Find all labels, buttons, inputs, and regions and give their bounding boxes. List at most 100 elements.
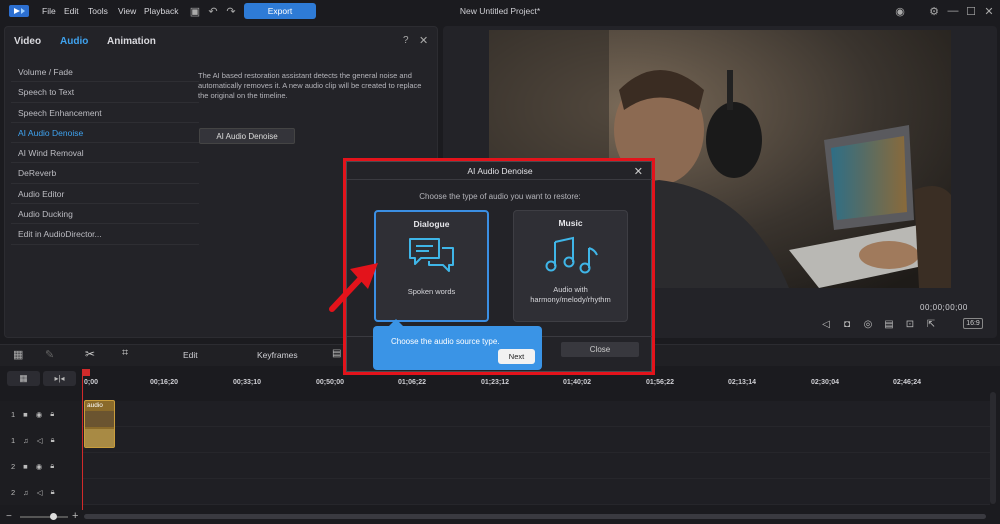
- sidebar-item-ai-audio-denoise[interactable]: AI Audio Denoise: [11, 123, 199, 144]
- tab-animation[interactable]: Animation: [107, 36, 156, 47]
- timeline-bottom-bar: − +: [0, 510, 1000, 524]
- close-panel-icon[interactable]: ✕: [419, 34, 428, 47]
- preview-timecode: 00;00;00;00: [920, 303, 968, 312]
- settings-gear-icon[interactable]: ⚙: [927, 4, 941, 18]
- next-button[interactable]: Next: [498, 349, 535, 364]
- timeline-horizontal-scrollbar[interactable]: [84, 514, 986, 519]
- undock-icon[interactable]: ⇱: [925, 318, 937, 330]
- mute-track-icon[interactable]: ◁: [37, 488, 43, 497]
- maximize-icon[interactable]: ☐: [964, 4, 978, 18]
- track-row-audio-1: 1 ♫ ◁ 🔒︎: [0, 427, 990, 453]
- track-row-video-2: 2 ■ ◉ 🔒︎: [0, 453, 990, 479]
- project-title: New Untitled Project*: [459, 6, 541, 16]
- menu-edit[interactable]: Edit: [64, 6, 79, 16]
- playhead[interactable]: [82, 369, 83, 512]
- timeline-clip[interactable]: audio: [84, 400, 115, 448]
- menu-playback[interactable]: Playback: [144, 6, 179, 16]
- help-icon[interactable]: ?: [403, 35, 409, 46]
- track-row-audio-2: 2 ♫ ◁ 🔒︎: [0, 479, 990, 505]
- keyframes-button[interactable]: Keyframes: [257, 350, 298, 360]
- timeline-vertical-scrollbar[interactable]: [990, 392, 996, 504]
- video-track-icon: ■: [23, 409, 28, 419]
- mute-track-icon[interactable]: ◁: [37, 436, 43, 445]
- fit-timeline-icon[interactable]: ▸|◂: [43, 371, 76, 386]
- sidebar-item-audio-editor[interactable]: Audio Editor: [11, 184, 199, 205]
- tab-audio[interactable]: Audio: [60, 36, 88, 47]
- ruler-tick: 01;56;22: [646, 379, 675, 386]
- sidebar-item-ai-wind-removal[interactable]: AI Wind Removal: [11, 143, 199, 164]
- track-lane[interactable]: [82, 401, 990, 426]
- track-lane[interactable]: [82, 427, 990, 452]
- mute-icon[interactable]: ◁: [820, 318, 832, 330]
- ruler-tick: 01;23;12: [481, 379, 510, 386]
- ruler-tick: 01;06;22: [398, 379, 427, 386]
- audio-tools-list: Volume / Fade Speech to Text Speech Enha…: [11, 62, 199, 272]
- tooltip-text: Choose the audio source type.: [391, 337, 500, 346]
- export-button[interactable]: Export: [244, 3, 316, 19]
- track-header: 1 ♫ ◁ 🔒︎: [0, 427, 82, 453]
- sidebar-item-dereverb[interactable]: DeReverb: [11, 163, 199, 184]
- edit-button[interactable]: Edit: [183, 350, 198, 360]
- lock-icon[interactable]: 🔒︎: [51, 487, 55, 497]
- pen-tool-icon[interactable]: ✎: [45, 348, 54, 361]
- track-number: 2: [11, 461, 16, 471]
- sidebar-item-speech-to-text[interactable]: Speech to Text: [11, 82, 199, 103]
- zoom-fit-icon[interactable]: ⊡: [904, 318, 916, 330]
- playback-mode-icon[interactable]: ◎: [862, 318, 874, 330]
- coach-tooltip: Choose the audio source type. Next: [373, 319, 542, 370]
- timeline-view-icon[interactable]: ▦: [13, 348, 23, 361]
- track-lane[interactable]: [82, 479, 990, 504]
- menu-view[interactable]: View: [118, 6, 136, 16]
- track-number: 1: [11, 409, 16, 419]
- zoom-in-icon[interactable]: +: [72, 510, 78, 522]
- sidebar-item-volume-fade[interactable]: Volume / Fade: [11, 62, 199, 83]
- minimize-icon[interactable]: —: [946, 4, 960, 18]
- more-tools-icon[interactable]: ▤: [332, 348, 341, 359]
- zoom-slider-handle[interactable]: [50, 513, 57, 520]
- ai-audio-denoise-button[interactable]: AI Audio Denoise: [199, 128, 295, 144]
- lock-icon[interactable]: 🔒︎: [50, 461, 54, 471]
- playhead-handle[interactable]: [82, 369, 90, 376]
- track-row-video-1: 1 ■ ◉ 🔒︎: [0, 401, 990, 427]
- track-manager-icon[interactable]: ▦: [7, 371, 40, 386]
- snapshot-icon[interactable]: ◘: [841, 318, 853, 330]
- sidebar-item-speech-enhancement[interactable]: Speech Enhancement: [11, 103, 199, 123]
- zoom-out-icon[interactable]: −: [6, 511, 12, 522]
- menu-tools[interactable]: Tools: [88, 6, 108, 16]
- visibility-eye-icon[interactable]: ◉: [36, 462, 43, 471]
- track-lane[interactable]: [82, 453, 990, 478]
- ruler-tick: 02;46;24: [893, 379, 922, 386]
- title-bar: File Edit Tools View Playback ▣ ↶ ↷ Expo…: [0, 0, 1000, 22]
- lock-icon[interactable]: 🔒︎: [51, 435, 55, 445]
- clip-waveform: [85, 429, 114, 447]
- visibility-eye-icon[interactable]: ◉: [36, 410, 43, 419]
- sidebar-item-edit-in-audiodirector[interactable]: Edit in AudioDirector...: [11, 224, 199, 245]
- crop-icon[interactable]: ⌗: [122, 347, 128, 360]
- ruler-tick: 00;33;10: [233, 379, 262, 386]
- close-window-icon[interactable]: ✕: [982, 4, 996, 18]
- audio-track-icon: ♫: [23, 487, 29, 497]
- display-settings-icon[interactable]: ▤: [883, 318, 895, 330]
- red-arrow-annotation: [329, 263, 378, 312]
- ruler-tick: 02;30;04: [811, 379, 840, 386]
- account-icon[interactable]: ◉: [893, 4, 907, 18]
- tab-video[interactable]: Video: [14, 36, 41, 47]
- split-scissors-icon[interactable]: ✂: [85, 347, 95, 361]
- lock-icon[interactable]: 🔒︎: [50, 409, 54, 419]
- redo-icon[interactable]: ↷: [224, 4, 238, 18]
- save-icon[interactable]: ▣: [188, 4, 202, 18]
- clip-label: audio: [87, 402, 103, 409]
- undo-icon[interactable]: ↶: [206, 4, 220, 18]
- ruler-tick: 01;40;02: [563, 379, 592, 386]
- track-header: 2 ♫ ◁ 🔒︎: [0, 479, 82, 505]
- aspect-ratio-badge[interactable]: 16:9: [963, 318, 983, 329]
- track-number: 2: [11, 487, 16, 497]
- feature-description: The AI based restoration assistant detec…: [198, 71, 422, 100]
- clip-thumbnail: [85, 411, 114, 427]
- audio-track-icon: ♫: [23, 435, 29, 445]
- sidebar-item-audio-ducking[interactable]: Audio Ducking: [11, 204, 199, 225]
- ruler-tick: 00;50;00: [316, 379, 345, 386]
- menu-file[interactable]: File: [42, 6, 56, 16]
- track-number: 1: [11, 435, 16, 445]
- zoom-slider[interactable]: [20, 516, 68, 518]
